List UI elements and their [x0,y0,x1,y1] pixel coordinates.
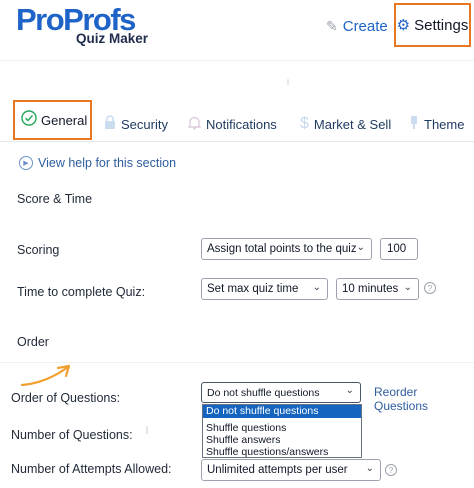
order-label: Order of Questions: [11,391,121,405]
tab-security[interactable]: Security [104,112,168,136]
time-mode-value: Set max quiz time [207,283,299,295]
tab-label: General [41,112,88,128]
drag-dot [287,79,289,85]
chevron-down-icon: ⌄ [356,242,365,253]
dollar-icon: $ [300,115,309,132]
attempts-select[interactable]: Unlimited attempts per user ⌄ [201,459,381,481]
gear-icon: ⚙ [396,17,411,34]
chevron-down-icon: ⌄ [403,282,412,293]
bell-icon [187,115,202,134]
tab-theme[interactable]: Theme [409,112,464,136]
tab-label: Theme [424,116,465,132]
help-link[interactable]: ▶ View help for this section [19,156,176,170]
pencil-icon: ✎ [326,17,338,34]
scoring-select[interactable]: Assign total points to the quiz ⌄ [201,238,372,260]
brush-icon [409,115,419,134]
attempts-select-value: Unlimited attempts per user [207,464,348,476]
play-icon: ▶ [19,156,33,170]
attempts-label: Number of Attempts Allowed: [11,462,172,476]
time-label: Time to complete Quiz: [17,285,146,299]
order-select[interactable]: Do not shuffle questions ⌄ [201,382,361,403]
section-title-score-time: Score & Time [17,192,93,206]
tab-label: Notifications [206,116,277,132]
option-do-not-shuffle[interactable]: Do not shuffle questions [203,405,361,418]
time-amount-value: 10 minutes [342,283,399,295]
points-input[interactable]: 100 [380,238,418,260]
time-mode-select[interactable]: Set max quiz time ⌄ [201,278,328,300]
chevron-down-icon: ⌄ [312,282,321,293]
brand-product: Quiz Maker [76,31,149,46]
points-input-value: 100 [387,243,407,255]
cursor-mark [146,426,148,434]
check-circle-icon [21,110,37,130]
tab-general[interactable]: General [13,100,92,140]
time-amount-select[interactable]: 10 minutes ⌄ [336,278,419,300]
help-icon[interactable]: ? [385,464,397,476]
option-shuffle-questions[interactable]: Shuffle questions [203,422,361,434]
chevron-down-icon: ⌄ [365,463,374,474]
settings-button[interactable]: ⚙ Settings [394,3,471,47]
tab-label: Security [121,116,168,132]
reorder-questions-link[interactable]: Reorder Questions [374,385,474,413]
arrow-annotation-icon [16,363,76,394]
scoring-label: Scoring [17,243,60,257]
header-divider [0,60,474,61]
settings-label: Settings [414,16,469,34]
option-shuffle-answers[interactable]: Shuffle answers [203,434,361,446]
create-label: Create [342,17,388,35]
tab-market-sell[interactable]: $ Market & Sell [300,112,391,136]
lock-icon [104,114,116,134]
help-link-label: View help for this section [38,156,177,170]
chevron-down-icon: ⌄ [345,385,354,396]
order-select-value: Do not shuffle questions [207,386,320,399]
tab-label: Market & Sell [313,116,392,132]
option-shuffle-both[interactable]: Shuffle questions/answers [203,446,361,458]
tabs-divider [0,141,474,142]
create-button[interactable]: ✎ Create [326,15,388,37]
order-options-list: Do not shuffle questions Shuffle questio… [202,404,362,458]
tab-notifications[interactable]: Notifications [187,112,277,136]
scoring-select-value: Assign total points to the quiz [207,243,357,255]
number-of-questions-label: Number of Questions: [11,428,133,442]
section-title-order: Order [17,335,49,349]
help-icon[interactable]: ? [424,282,436,294]
